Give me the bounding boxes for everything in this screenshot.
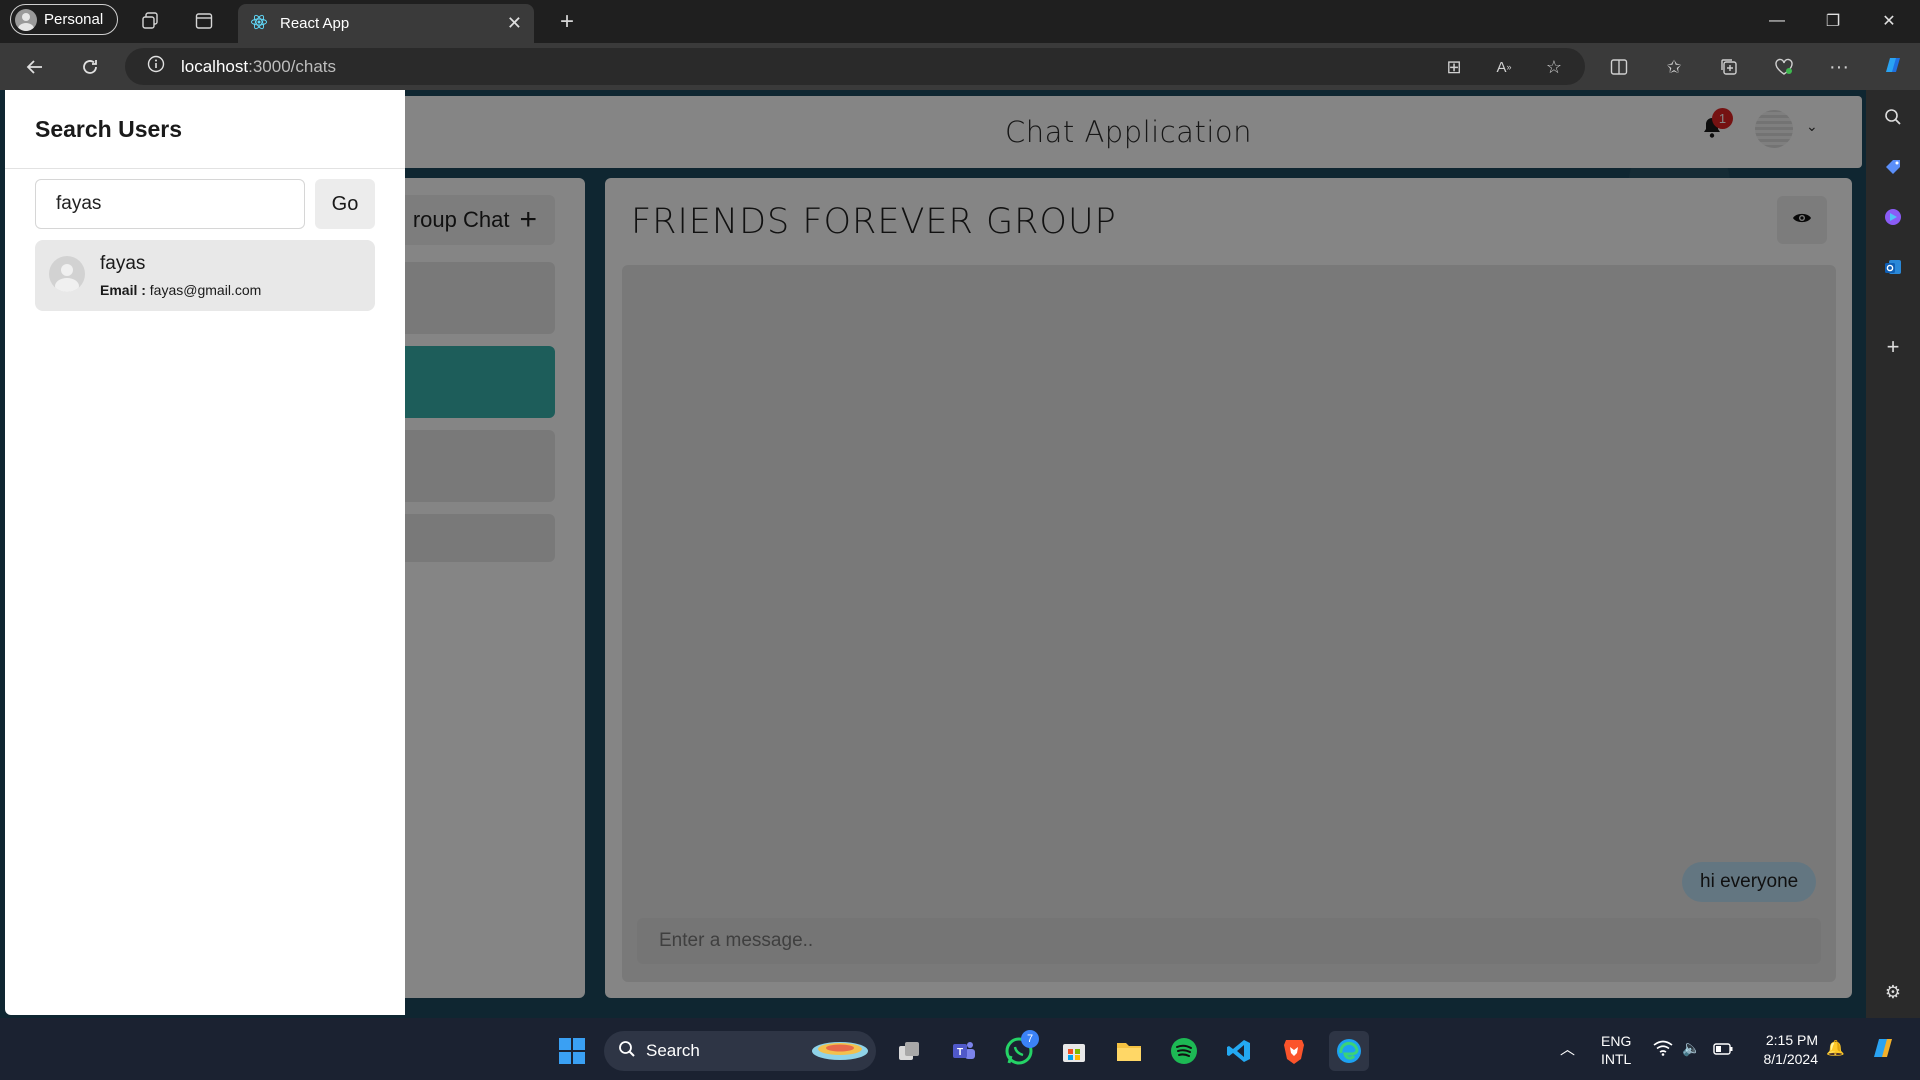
sidebar-shopping-icon[interactable] (1876, 150, 1910, 184)
brave-icon[interactable] (1274, 1031, 1314, 1071)
restore-icon[interactable]: ❐ (1805, 4, 1861, 38)
profile-label: Personal (44, 11, 104, 28)
sidebar-outlook-icon[interactable] (1876, 250, 1910, 284)
app-available-icon[interactable]: ⊞ (1437, 50, 1471, 84)
site-info-icon[interactable] (147, 55, 165, 78)
minimize-icon[interactable]: — (1749, 4, 1805, 38)
email-value: fayas@gmail.com (149, 282, 262, 298)
url-host: localhost (181, 56, 249, 76)
copilot-icon[interactable] (1876, 48, 1910, 82)
user-search-input[interactable] (35, 179, 305, 229)
windows-start-icon[interactable] (552, 1031, 592, 1071)
clock-time: 2:15 PM (1765, 1032, 1818, 1048)
file-explorer-icon[interactable] (1109, 1031, 1149, 1071)
web-page: Chat Application 1 ⌄ roup Chat + FRIENDS… (0, 90, 1866, 1018)
wifi-icon[interactable] (1653, 1040, 1673, 1060)
taskbar-search-label: Search (646, 1041, 700, 1060)
tab-title: React App (280, 15, 350, 32)
drawer-title: Search Users (35, 116, 183, 142)
whatsapp-badge: 7 (1021, 1030, 1039, 1048)
show-hidden-icons-icon[interactable]: ︿ (1560, 1038, 1575, 1059)
drawer-divider (5, 168, 405, 169)
search-users-drawer: Search Users Go fayas Email : fayas@gmai… (5, 90, 405, 1015)
vscode-icon[interactable] (1219, 1031, 1259, 1071)
more-options-icon[interactable]: ··· (1822, 50, 1856, 84)
language-line2: INTL (1601, 1051, 1632, 1067)
sidebar-search-icon[interactable] (1876, 100, 1910, 134)
user-result-name: fayas (100, 253, 146, 274)
copilot-taskbar-icon[interactable] (1868, 1033, 1898, 1067)
language-indicator[interactable]: ENG INTL (1601, 1032, 1631, 1068)
tab-react-app[interactable]: React App ✕ (238, 4, 534, 43)
user-result-item[interactable]: fayas Email : fayas@gmail.com (35, 240, 375, 311)
go-button[interactable]: Go (315, 179, 375, 229)
sidebar-settings-icon[interactable]: ⚙ (1876, 975, 1910, 1009)
workspaces-icon[interactable] (134, 4, 168, 38)
read-aloud-icon[interactable]: A» (1487, 50, 1521, 84)
url-path: :3000/chats (248, 56, 337, 76)
clock[interactable]: 2:15 PM 8/1/2024 (1752, 1031, 1819, 1069)
sidebar-copilot-icon[interactable] (1876, 200, 1910, 234)
split-screen-icon[interactable] (1602, 50, 1636, 84)
battery-icon[interactable] (1713, 1042, 1733, 1059)
search-highlight-icon (810, 1035, 870, 1068)
reload-icon[interactable] (73, 50, 107, 84)
sidebar-add-icon[interactable]: + (1876, 330, 1910, 364)
svg-text:T: T (957, 1047, 963, 1058)
clock-date: 8/1/2024 (1763, 1051, 1819, 1067)
volume-icon[interactable]: 🔈 (1682, 1039, 1701, 1057)
browser-title-bar: Personal React App ✕ + — ❐ ✕ (0, 0, 1920, 43)
address-bar[interactable]: localhost:3000/chats (125, 48, 1585, 85)
close-window-icon[interactable]: ✕ (1861, 4, 1917, 38)
close-tab-icon[interactable]: ✕ (507, 13, 522, 34)
user-avatar-icon (49, 256, 85, 292)
react-logo-icon (250, 13, 268, 35)
favorites-icon[interactable]: ✩ (1657, 50, 1691, 84)
spotify-icon[interactable] (1164, 1031, 1204, 1071)
teams-icon[interactable]: T (944, 1031, 984, 1071)
microsoft-store-icon[interactable] (1054, 1031, 1094, 1071)
profile-button[interactable]: Personal (10, 4, 118, 35)
taskbar-search[interactable]: Search (604, 1031, 876, 1071)
language-line1: ENG (1601, 1033, 1632, 1049)
edge-icon[interactable] (1329, 1031, 1369, 1071)
notifications-icon[interactable]: 🔔 (1826, 1039, 1845, 1057)
user-result-email: Email : fayas@gmail.com (100, 282, 261, 298)
task-view-icon[interactable] (889, 1031, 929, 1071)
new-tab-icon[interactable]: + (550, 5, 584, 39)
back-arrow-icon[interactable] (18, 50, 52, 84)
browser-essentials-icon[interactable] (1767, 50, 1801, 84)
profile-avatar-icon (15, 8, 37, 31)
email-label: Email : (100, 282, 146, 298)
search-icon (618, 1040, 636, 1063)
favorite-star-icon[interactable]: ☆ (1537, 50, 1571, 84)
collections-icon[interactable] (1712, 50, 1746, 84)
tab-actions-icon[interactable] (187, 4, 221, 38)
